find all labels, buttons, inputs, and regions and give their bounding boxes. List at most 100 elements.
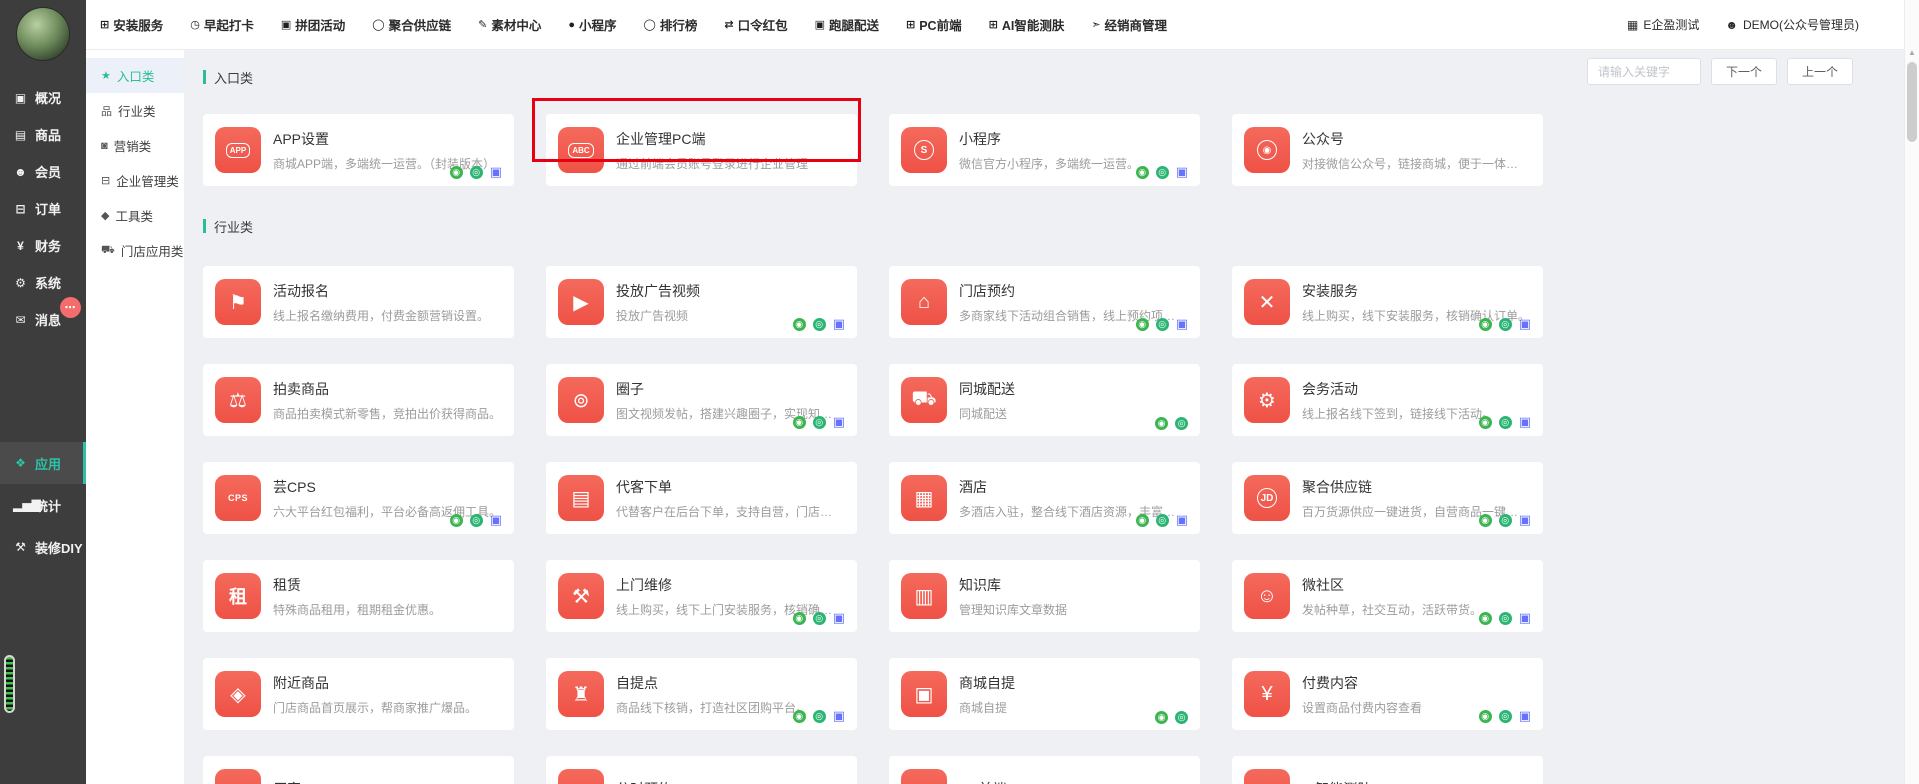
platform-printer-icon[interactable]: ▣: [490, 164, 502, 180]
scrollbar-thumb[interactable]: [1907, 62, 1917, 142]
platform-wechat-icon[interactable]: ◉: [1479, 612, 1492, 625]
topbar-account-item[interactable]: ▦ E企盈测试: [1627, 16, 1699, 33]
sidebar-item[interactable]: ⚒ 装修DIY: [0, 526, 86, 568]
platform-mini-icon[interactable]: ◎: [813, 612, 826, 625]
sidebar-item[interactable]: ⊟ 订单: [0, 190, 86, 227]
sidebar-item[interactable]: ❖ 应用: [0, 442, 86, 484]
platform-printer-icon[interactable]: ▣: [1519, 512, 1531, 528]
app-card[interactable]: ⊞ 厂家: [203, 756, 514, 784]
app-card[interactable]: CPS 芸CPS 六大平台红包福利，平台必备高返佣工具。 ◉◎▣: [203, 462, 514, 534]
topbar-menu-item[interactable]: ● 小程序: [568, 15, 616, 34]
platform-wechat-icon[interactable]: ◉: [1479, 416, 1492, 429]
app-card[interactable]: ⊞ PC前端: [889, 756, 1200, 784]
platform-printer-icon[interactable]: ▣: [833, 316, 845, 332]
scrollbar[interactable]: ▲: [1904, 0, 1919, 784]
category-tab[interactable]: 品 行业类: [86, 93, 184, 128]
platform-wechat-icon[interactable]: ◉: [1155, 417, 1168, 430]
app-card[interactable]: ♜ 自提点 商品线下核销，打造社区团购平台。 ◉◎▣: [546, 658, 857, 730]
app-card[interactable]: APP APP设置 商城APP端，多端统一运营。（封装版本） ◉◎▣: [203, 114, 514, 186]
topbar-menu-item[interactable]: ▣ 跑腿配送: [815, 15, 879, 34]
platform-printer-icon[interactable]: ▣: [1176, 512, 1188, 528]
platform-mini-icon[interactable]: ◎: [1499, 612, 1512, 625]
platform-mini-icon[interactable]: ◎: [1156, 166, 1169, 179]
platform-mini-icon[interactable]: ◎: [1499, 416, 1512, 429]
topbar-menu-item[interactable]: ⊞ 安装服务: [100, 15, 163, 34]
platform-printer-icon[interactable]: ▣: [1176, 164, 1188, 180]
sidebar-item[interactable]: ▤ 商品: [0, 116, 86, 153]
app-card[interactable]: ▶ 投放广告视频 投放广告视频 ◉◎▣: [546, 266, 857, 338]
app-card[interactable]: ▥ 知识库 管理知识库文章数据: [889, 560, 1200, 632]
platform-printer-icon[interactable]: ▣: [1176, 316, 1188, 332]
topbar-account-item[interactable]: ☻ DEMO(公众号管理员): [1725, 16, 1859, 33]
sidebar-item[interactable]: ⚙ 系统: [0, 264, 86, 301]
next-button[interactable]: 下一个: [1711, 58, 1777, 85]
app-card[interactable]: ✕ 安装服务 线上购买，线下安装服务，核销确认订单。 ◉◎▣: [1232, 266, 1543, 338]
platform-wechat-icon[interactable]: ◉: [450, 166, 463, 179]
platform-mini-icon[interactable]: ◎: [813, 416, 826, 429]
app-card[interactable]: ◷ 分时预约: [546, 756, 857, 784]
platform-mini-icon[interactable]: ◎: [1175, 711, 1188, 724]
platform-mini-icon[interactable]: ◎: [470, 166, 483, 179]
sidebar-item[interactable]: ▣ 概况: [0, 79, 86, 116]
platform-mini-icon[interactable]: ◎: [1156, 514, 1169, 527]
platform-wechat-icon[interactable]: ◉: [793, 710, 806, 723]
app-card[interactable]: ▦ 酒店 多酒店入驻，整合线下酒店资源，丰富平台服务。 ◉◎▣: [889, 462, 1200, 534]
topbar-menu-item[interactable]: ◷ 早起打卡: [190, 15, 254, 34]
app-card[interactable]: ⌂ 门店预约 多商家线下活动组合销售，线上预约项目线下服务核销。 ◉◎▣: [889, 266, 1200, 338]
platform-wechat-icon[interactable]: ◉: [1479, 514, 1492, 527]
platform-wechat-icon[interactable]: ◉: [793, 612, 806, 625]
category-tab[interactable]: ◙ 营销类: [86, 128, 184, 163]
platform-mini-icon[interactable]: ◎: [813, 710, 826, 723]
category-tab[interactable]: ★ 入口类: [86, 58, 184, 93]
platform-mini-icon[interactable]: ◎: [1156, 318, 1169, 331]
app-card[interactable]: ▤ 代客下单 代替客户在后台下单，支持自营，门店，供应商。: [546, 462, 857, 534]
platform-mini-icon[interactable]: ◎: [470, 514, 483, 527]
sidebar-item[interactable]: ☻ 会员: [0, 153, 86, 190]
sidebar-item[interactable]: ▂▅▇ 统计: [0, 484, 86, 526]
platform-mini-icon[interactable]: ◎: [1499, 710, 1512, 723]
topbar-menu-item[interactable]: ⇄ 口令红包: [724, 15, 787, 34]
platform-mini-icon[interactable]: ◎: [1499, 318, 1512, 331]
category-tab[interactable]: ⛟ 门店应用类: [86, 233, 184, 268]
platform-printer-icon[interactable]: ▣: [1519, 708, 1531, 724]
app-card[interactable]: ABC 企业管理PC端 通过前端会员账号登录进行企业管理: [546, 114, 857, 186]
platform-wechat-icon[interactable]: ◉: [1136, 166, 1149, 179]
platform-mini-icon[interactable]: ◎: [813, 318, 826, 331]
scroll-up-arrow[interactable]: ▲: [1905, 48, 1919, 57]
category-tab[interactable]: ⊟ 企业管理类: [86, 163, 184, 198]
app-card[interactable]: ⚖ 拍卖商品 商品拍卖模式新零售，竞拍出价获得商品。: [203, 364, 514, 436]
platform-wechat-icon[interactable]: ◉: [1479, 318, 1492, 331]
topbar-menu-item[interactable]: ✎ 素材中心: [478, 15, 541, 34]
app-card[interactable]: 租 租赁 特殊商品租用，租期租金优惠。: [203, 560, 514, 632]
platform-wechat-icon[interactable]: ◉: [1155, 711, 1168, 724]
platform-wechat-icon[interactable]: ◉: [1136, 514, 1149, 527]
topbar-menu-item[interactable]: ▣ 拼团活动: [281, 15, 345, 34]
topbar-menu-item[interactable]: ⊞ PC前端: [906, 15, 962, 34]
topbar-menu-item[interactable]: ⊞ AI智能测肤: [989, 15, 1065, 34]
platform-printer-icon[interactable]: ▣: [1519, 316, 1531, 332]
platform-printer-icon[interactable]: ▣: [833, 708, 845, 724]
sidebar-item[interactable]: ✉ 消息 ⋯: [0, 301, 86, 338]
sidebar-item[interactable]: ¥ 财务: [0, 227, 86, 264]
topbar-menu-item[interactable]: ➣ 经销商管理: [1091, 15, 1167, 34]
platform-printer-icon[interactable]: ▣: [1519, 414, 1531, 430]
app-card[interactable]: JD 聚合供应链 百万货源供应一键进货，自营商品一键推送云仓，采购 ◉◎▣: [1232, 462, 1543, 534]
app-card[interactable]: S 小程序 微信官方小程序，多端统一运营。 ◉◎▣: [889, 114, 1200, 186]
platform-printer-icon[interactable]: ▣: [833, 414, 845, 430]
search-input[interactable]: [1587, 58, 1701, 85]
platform-wechat-icon[interactable]: ◉: [1136, 318, 1149, 331]
app-card[interactable]: ◉ 公众号 对接微信公众号，链接商城，便于一体化管理和推广。: [1232, 114, 1543, 186]
app-card[interactable]: ✚ AI智能测肤: [1232, 756, 1543, 784]
avatar[interactable]: [16, 7, 70, 61]
app-card[interactable]: ◈ 附近商品 门店商品首页展示，帮商家推广爆品。: [203, 658, 514, 730]
app-card[interactable]: ⚑ 活动报名 线上报名缴纳费用，付费金额营销设置。: [203, 266, 514, 338]
category-tab[interactable]: ◆ 工具类: [86, 198, 184, 233]
platform-printer-icon[interactable]: ▣: [490, 512, 502, 528]
app-card[interactable]: ¥ 付费内容 设置商品付费内容查看 ◉◎▣: [1232, 658, 1543, 730]
app-card[interactable]: ⊚ 圈子 图文视频发帖，搭建兴趣圈子，实现知识付费。 ◉◎▣: [546, 364, 857, 436]
platform-wechat-icon[interactable]: ◉: [1479, 710, 1492, 723]
platform-mini-icon[interactable]: ◎: [1175, 417, 1188, 430]
app-card[interactable]: ⛟ 同城配送 同城配送 ◉◎: [889, 364, 1200, 436]
platform-wechat-icon[interactable]: ◉: [450, 514, 463, 527]
app-card[interactable]: ⚙ 会务活动 线上报名线下签到，链接线下活动。 ◉◎▣: [1232, 364, 1543, 436]
